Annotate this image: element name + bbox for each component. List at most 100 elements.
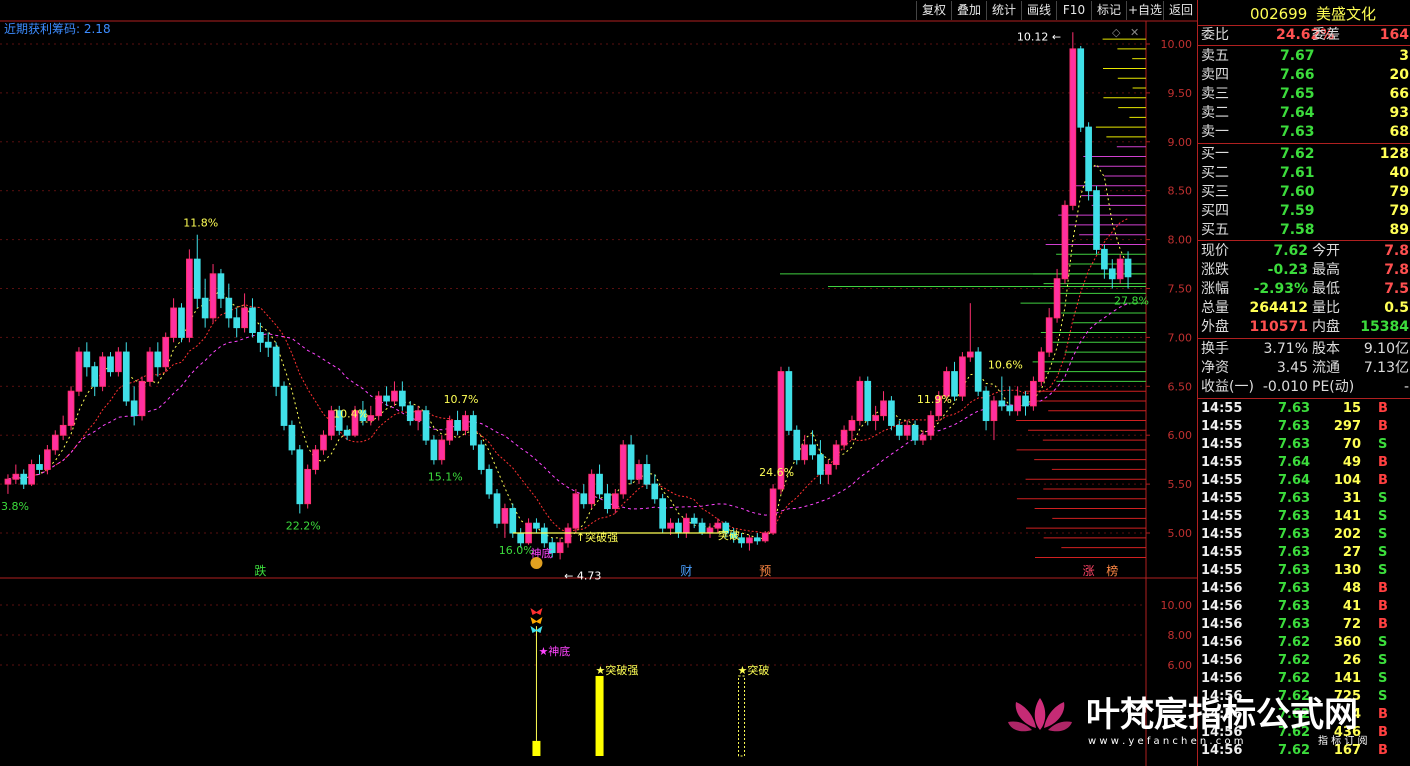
- candle[interactable]: [391, 381, 398, 406]
- candle[interactable]: [44, 444, 51, 475]
- ask-row[interactable]: 卖三 7.65 66: [1198, 85, 1410, 104]
- candle[interactable]: [28, 459, 35, 487]
- candle[interactable]: [107, 352, 114, 377]
- candle[interactable]: [470, 410, 477, 450]
- event-marker[interactable]: 榜: [1106, 563, 1118, 578]
- candle[interactable]: [67, 386, 75, 431]
- event-marker[interactable]: 涨: [1083, 563, 1095, 578]
- candle[interactable]: [36, 454, 43, 475]
- candle[interactable]: [1077, 45, 1085, 133]
- candle[interactable]: [1053, 268, 1061, 323]
- candle[interactable]: [1116, 254, 1124, 284]
- candle[interactable]: [485, 464, 493, 499]
- candle[interactable]: [4, 474, 12, 494]
- candle[interactable]: [296, 444, 304, 514]
- ask-row[interactable]: 卖二 7.64 93: [1198, 104, 1410, 123]
- candle[interactable]: [146, 347, 154, 387]
- candle[interactable]: [1045, 308, 1053, 357]
- candle[interactable]: [304, 464, 312, 509]
- candle[interactable]: [990, 396, 998, 441]
- candle[interactable]: [604, 484, 611, 514]
- candle[interactable]: [477, 440, 485, 475]
- ask-row[interactable]: 卖一 7.63 68: [1198, 123, 1410, 142]
- candle[interactable]: [951, 361, 958, 401]
- candle[interactable]: [564, 523, 572, 548]
- candle[interactable]: [446, 415, 454, 445]
- candle[interactable]: [280, 381, 288, 431]
- bid-row[interactable]: 买一 7.62 128: [1198, 145, 1410, 164]
- candle[interactable]: [51, 430, 59, 455]
- kline-chart[interactable]: 10.00 9.50 9.00 8.50 8.00 7.50 7.00 6.50 6.00 5.5…: [0, 0, 1197, 766]
- candle[interactable]: [272, 342, 280, 397]
- candle[interactable]: [1093, 185, 1100, 255]
- candle[interactable]: [430, 435, 438, 465]
- candle[interactable]: [525, 518, 532, 545]
- candle[interactable]: [438, 435, 446, 465]
- candle[interactable]: [643, 454, 651, 489]
- candle[interactable]: [974, 347, 982, 397]
- candle[interactable]: [864, 376, 872, 426]
- candle[interactable]: [588, 469, 596, 509]
- candle[interactable]: [848, 415, 856, 441]
- candle[interactable]: [982, 386, 990, 431]
- candle[interactable]: [959, 352, 966, 401]
- candle[interactable]: [115, 347, 122, 377]
- candle[interactable]: [801, 435, 808, 465]
- candle[interactable]: [785, 366, 793, 436]
- candle[interactable]: [556, 537, 564, 560]
- candle[interactable]: [880, 391, 887, 421]
- candle[interactable]: [635, 459, 643, 485]
- candle[interactable]: [178, 303, 185, 343]
- candle[interactable]: [706, 523, 714, 538]
- candle[interactable]: [99, 352, 106, 392]
- candle[interactable]: [540, 523, 548, 548]
- candle[interactable]: [83, 342, 91, 377]
- candle[interactable]: [840, 425, 848, 450]
- candle[interactable]: [233, 308, 241, 338]
- candle[interactable]: [746, 534, 753, 551]
- candle[interactable]: [343, 425, 351, 441]
- candle[interactable]: [966, 303, 974, 362]
- candle[interactable]: [264, 332, 272, 357]
- candle[interactable]: [241, 293, 248, 333]
- candle[interactable]: [414, 405, 422, 431]
- candle[interactable]: [75, 347, 83, 397]
- candle[interactable]: [162, 332, 170, 372]
- candle[interactable]: [193, 234, 201, 309]
- event-marker[interactable]: 财: [680, 564, 692, 578]
- bid-row[interactable]: 买四 7.59 79: [1198, 202, 1410, 221]
- candle[interactable]: [1022, 391, 1029, 416]
- candle[interactable]: [288, 420, 296, 455]
- candle[interactable]: [832, 440, 840, 470]
- candle[interactable]: [651, 474, 659, 504]
- candle[interactable]: [1030, 376, 1037, 411]
- candle[interactable]: [406, 400, 414, 426]
- candle[interactable]: [1124, 251, 1132, 289]
- candle[interactable]: [493, 488, 501, 529]
- candle[interactable]: [690, 513, 698, 529]
- candle[interactable]: [919, 430, 927, 445]
- candle[interactable]: [761, 531, 769, 543]
- candle[interactable]: [201, 278, 209, 328]
- ask-row[interactable]: 卖五 7.67 3: [1198, 47, 1410, 66]
- candle[interactable]: [170, 298, 177, 343]
- candle[interactable]: [627, 435, 635, 485]
- event-marker[interactable]: 跌: [254, 563, 266, 578]
- candle[interactable]: [422, 405, 430, 445]
- candle[interactable]: [533, 518, 540, 533]
- candle[interactable]: [1085, 122, 1092, 201]
- candle[interactable]: [249, 298, 256, 338]
- candle[interactable]: [209, 264, 217, 323]
- candle[interactable]: [154, 342, 162, 377]
- event-marker[interactable]: 预: [759, 564, 771, 578]
- candle[interactable]: [903, 420, 911, 441]
- candle[interactable]: [367, 405, 375, 426]
- candle[interactable]: [217, 268, 225, 309]
- candle[interactable]: [611, 488, 619, 514]
- bid-row[interactable]: 买五 7.58 89: [1198, 221, 1410, 240]
- candle[interactable]: [888, 396, 895, 431]
- candle[interactable]: [753, 533, 761, 545]
- candle[interactable]: [399, 381, 406, 411]
- candle[interactable]: [12, 464, 20, 485]
- candle[interactable]: [91, 361, 99, 397]
